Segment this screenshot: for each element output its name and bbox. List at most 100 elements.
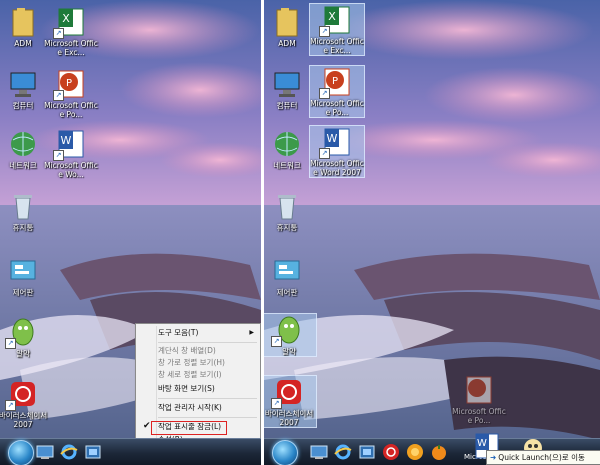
powerpoint-icon [463, 374, 495, 406]
shortcut-arrow-icon: ↗ [271, 398, 282, 409]
icon-label: Microsoft Office Wo... [44, 161, 98, 179]
switch-windows-icon[interactable] [84, 443, 102, 461]
shortcut-arrow-icon: ↗ [319, 148, 330, 159]
icon-label: 바이러스체이서 2007 [0, 411, 48, 429]
shortcut-arrow-icon: ↗ [53, 150, 64, 161]
svg-text:W: W [327, 132, 338, 145]
computer-icon [271, 68, 303, 100]
desktop-icon-virus-chaser[interactable]: ↗ 바이러스체이서 2007 [0, 378, 50, 429]
powerpoint-icon: P ↗ [319, 66, 353, 99]
desktop-icon-excel[interactable]: X ↗ Microsoft Office Exc... [309, 3, 365, 56]
desktop-icon-virus-chaser[interactable]: ↗ 바이러스체이서 2007 [264, 375, 317, 428]
desktop-icon-computer[interactable]: 컴퓨터 [264, 68, 314, 110]
dragging-ghost-icon: Microsoft Office Po... [452, 374, 506, 425]
icon-label: Microsoft Office Po... [452, 407, 506, 425]
desktop-right: ADM X ↗ Microsoft Office Exc... 컴퓨터 P ↗ Mi… [264, 0, 600, 465]
start-button[interactable] [272, 440, 298, 465]
svg-text:P: P [332, 76, 338, 87]
submenu-arrow-icon: ▶ [249, 329, 254, 336]
svg-text:X: X [62, 12, 70, 25]
desktop-left: ADM X ↗ Microsoft Office Exc... 컴퓨터 P ↗ Mi… [0, 0, 261, 465]
pumpkin-quick-icon[interactable] [430, 443, 448, 461]
taskbar-context-menu: 도구 모음(T) ▶ 계단식 창 배열(D) 창 가로 정렬 보기(H) 창 세… [135, 323, 261, 444]
taskbar[interactable] [0, 438, 261, 465]
show-desktop-icon[interactable] [310, 443, 328, 461]
desktop-icon-word[interactable]: W ↗ Microsoft Office Word 2007 [309, 125, 365, 178]
desktop-icon-excel[interactable]: X ↗ Microsoft Office Exc... [44, 6, 98, 57]
start-button[interactable] [8, 440, 34, 465]
alyac-icon: ↗ [5, 316, 39, 349]
move-arrow-icon: ➜ [490, 453, 497, 462]
icon-label: 네트워크 [273, 161, 301, 170]
highlight-box [151, 421, 227, 435]
checkmark-icon: ✔ [143, 421, 151, 431]
desktop-icon-adm[interactable]: ADM [0, 6, 50, 48]
icon-label: 네트워크 [9, 161, 37, 170]
desktop-icon-recycle-bin[interactable]: 휴지통 [0, 190, 50, 232]
shortcut-arrow-icon: ↗ [271, 336, 282, 347]
desktop-icon-network[interactable]: 네트워크 [264, 128, 314, 170]
desktop-icon-computer[interactable]: 컴퓨터 [0, 68, 50, 110]
icon-label: 제어판 [276, 288, 298, 297]
tooltip-text: Quick Launch(으)로 이동 [498, 453, 585, 462]
icon-label: 휴지통 [276, 223, 298, 232]
svg-text:W: W [61, 134, 72, 147]
internet-explorer-icon[interactable] [60, 443, 78, 461]
desktop-icon-powerpoint[interactable]: P ↗ Microsoft Office Po... [309, 65, 365, 118]
control-panel-icon [271, 255, 303, 287]
menu-separator [158, 342, 257, 343]
desktop-icon-network[interactable]: 네트워크 [0, 128, 50, 170]
virus-chaser-icon: ↗ [271, 376, 305, 409]
shortcut-arrow-icon: ↗ [53, 90, 64, 101]
icon-label: 컴퓨터 [12, 101, 34, 110]
menu-item-task-manager[interactable]: 작업 관리자 시작(K) [158, 402, 222, 414]
network-icon [271, 128, 303, 160]
menu-item-side-by-side[interactable]: 창 세로 정렬 보기(I) [158, 369, 222, 381]
switch-windows-icon[interactable] [358, 443, 376, 461]
recycle-bin-icon [7, 190, 39, 222]
recycle-bin-icon [271, 190, 303, 222]
desktop-icon-alyac[interactable]: ↗ 알약 [264, 313, 317, 357]
desktop-icon-adm[interactable]: ADM [264, 6, 314, 48]
shortcut-arrow-icon: ↗ [319, 88, 330, 99]
shortcut-arrow-icon: ↗ [5, 400, 16, 411]
icon-label: Microsoft Office Exc... [310, 37, 364, 55]
shortcut-arrow-icon: ↗ [5, 338, 16, 349]
desktop-icon-control-panel[interactable]: 제어판 [264, 255, 314, 297]
desktop-icon-alyac[interactable]: ↗ 알약 [0, 316, 50, 358]
desktop-icon-word[interactable]: W ↗ Microsoft Office Wo... [44, 128, 98, 179]
excel-icon: X ↗ [319, 4, 353, 37]
icon-label: Microsoft Office Po... [44, 101, 98, 119]
desktop-icon-recycle-bin[interactable]: 휴지통 [264, 190, 314, 232]
desktop-icon-powerpoint[interactable]: P ↗ Microsoft Office Po... [44, 68, 98, 119]
icon-label: 알약 [16, 349, 30, 358]
menu-item-cascade-windows[interactable]: 계단식 창 배열(D) [158, 345, 216, 357]
virus-chaser-quick-icon[interactable] [382, 443, 400, 461]
control-panel-icon [7, 255, 39, 287]
menu-separator [158, 398, 257, 399]
alyac-icon: ↗ [271, 314, 305, 347]
icon-label: 알약 [282, 347, 296, 356]
internet-explorer-icon[interactable] [334, 443, 352, 461]
menu-item-stack-windows[interactable]: 창 가로 정렬 보기(H) [158, 357, 225, 369]
shortcut-arrow-icon: ↗ [319, 26, 330, 37]
alyac-quick-icon[interactable] [406, 443, 424, 461]
shortcut-arrow-icon: ↗ [53, 28, 64, 39]
menu-separator [158, 417, 257, 418]
excel-icon: X ↗ [53, 6, 87, 39]
word-icon: W ↗ [319, 126, 353, 159]
folder-icon [7, 6, 39, 38]
quick-launch-tooltip: ➜ Quick Launch(으)로 이동 [486, 450, 600, 465]
icon-label: ADM [14, 39, 32, 48]
icon-label: ADM [278, 39, 296, 48]
menu-item-toolbars[interactable]: 도구 모음(T) [158, 327, 198, 339]
network-icon [7, 128, 39, 160]
icon-label: Microsoft Office Exc... [44, 39, 98, 57]
desktop-icon-control-panel[interactable]: 제어판 [0, 255, 50, 297]
icon-label: 휴지통 [12, 223, 34, 232]
svg-text:X: X [328, 10, 336, 23]
menu-item-show-desktop[interactable]: 바탕 화면 보기(S) [158, 383, 215, 395]
show-desktop-icon[interactable] [36, 443, 54, 461]
svg-text:P: P [66, 78, 72, 89]
svg-text:W: W [477, 438, 487, 449]
